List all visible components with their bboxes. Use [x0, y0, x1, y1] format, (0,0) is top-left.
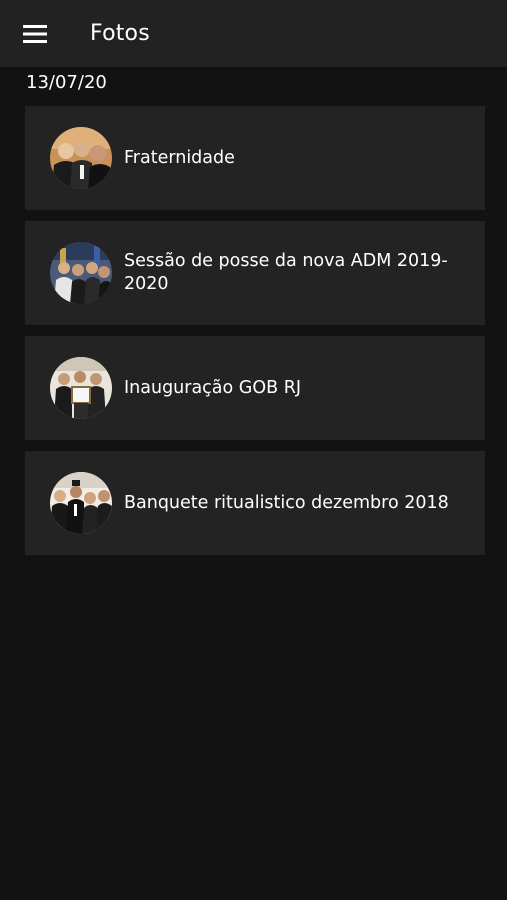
album-item-sessao-de-posse[interactable]: Sessão de posse da nova ADM 2019-2020	[25, 221, 485, 325]
app-bar: Fotos	[0, 0, 507, 67]
album-item-fraternidade[interactable]: Fraternidade	[25, 106, 485, 210]
album-title: Sessão de posse da nova ADM 2019-2020	[124, 251, 448, 294]
album-thumbnail	[50, 127, 112, 189]
album-list: Fraternidade Sessão de posse da nova ADM…	[25, 106, 485, 566]
album-thumbnail	[50, 357, 112, 419]
group-photo-thumbnail-icon	[50, 127, 112, 189]
album-title: Banquete ritualistico dezembro 2018	[124, 492, 449, 513]
date-label: 13/07/20	[26, 72, 107, 93]
album-thumbnail	[50, 242, 112, 304]
page-title: Fotos	[90, 21, 150, 46]
album-item-banquete[interactable]: Banquete ritualistico dezembro 2018	[25, 451, 485, 555]
group-photo-thumbnail-icon	[50, 472, 112, 534]
album-thumbnail	[50, 472, 112, 534]
album-title: Fraternidade	[124, 147, 235, 168]
group-photo-thumbnail-icon	[50, 242, 112, 304]
menu-button[interactable]	[0, 0, 70, 67]
group-photo-thumbnail-icon	[50, 357, 112, 419]
album-item-inauguracao[interactable]: Inauguração GOB RJ	[25, 336, 485, 440]
album-title: Inauguração GOB RJ	[124, 377, 302, 398]
hamburger-menu-icon	[23, 24, 47, 43]
